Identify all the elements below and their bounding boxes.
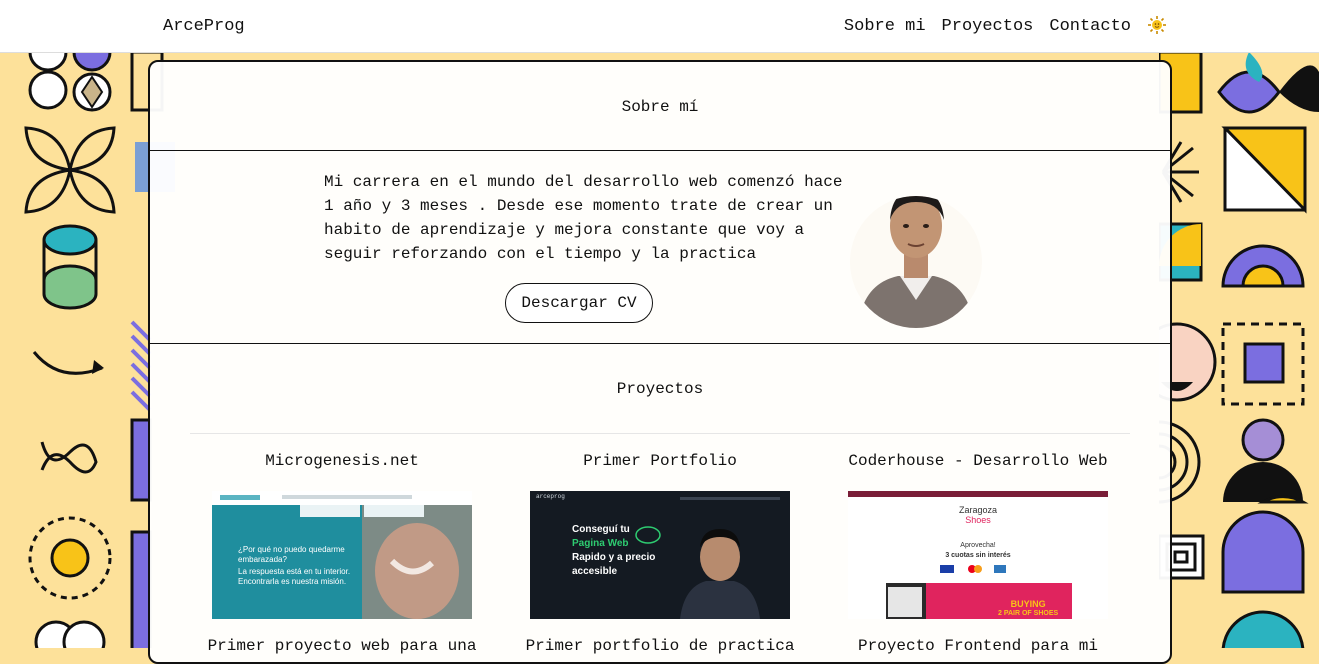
profile-avatar [850, 196, 982, 328]
thumb-banner: BUYING [1010, 599, 1046, 609]
project-description: Primer proyecto web para una [207, 637, 477, 655]
thumb-headline: accesible [572, 566, 618, 577]
project-thumbnail[interactable]: ¿Por qué no puedo quedarme embarazada? L… [212, 491, 472, 619]
thumb-brand: arceprog [536, 493, 565, 500]
theme-toggle-sun-icon[interactable] [1147, 15, 1167, 35]
about-description: Mi carrera en el mundo del desarrollo we… [324, 173, 843, 263]
thumb-headline: Conseguí tu [572, 524, 630, 535]
project-thumbnail[interactable]: Zaragoza Shoes Aprovecha! 3 cuotas sin i… [848, 491, 1108, 619]
brand-logo[interactable]: ArceProg [163, 17, 245, 36]
project-card-primer-portfolio[interactable]: Primer Portfolio arceprog Conseguí tu Pa… [525, 452, 795, 655]
nav-link-sobre-mi[interactable]: Sobre mi [844, 17, 926, 36]
download-cv-button[interactable]: Descargar CV [505, 283, 653, 323]
project-thumbnail[interactable]: arceprog Conseguí tu Pagina Web Rapido y… [530, 491, 790, 619]
section-divider [150, 150, 1170, 151]
nav-link-contacto[interactable]: Contacto [1049, 17, 1131, 36]
section-divider [150, 343, 1170, 344]
main-nav: Sobre mi Proyectos Contacto [844, 15, 1167, 36]
right-decorative-pattern [1159, 52, 1319, 648]
thumb-headline: Rapido y a precio [572, 552, 656, 563]
projects-section-title: Proyectos [616, 380, 704, 398]
project-title: Microgenesis.net [265, 452, 419, 470]
project-description: Primer portfolio de practica [525, 637, 795, 655]
nav-link-proyectos[interactable]: Proyectos [942, 17, 1034, 36]
about-section-title: Sobre mí [621, 98, 699, 116]
project-description: Proyecto Frontend para mi [857, 637, 1099, 655]
thumb-banner: 2 PAIR OF SHOES [998, 610, 1059, 617]
project-title: Primer Portfolio [583, 452, 737, 470]
thumb-promo: Aprovecha! [960, 542, 996, 549]
project-card-coderhouse[interactable]: Coderhouse - Desarrollo Web Zaragoza Sho… [843, 452, 1113, 655]
section-divider [190, 433, 1130, 434]
thumb-headline: ¿Por qué no puedo quedarme embarazada? [238, 545, 345, 564]
thumb-subline: La respuesta está en tu interior. Encont… [238, 567, 351, 586]
thumb-store-name-accent: Shoes [965, 515, 991, 525]
project-card-microgenesis[interactable]: Microgenesis.net ¿Por qué no puedo queda… [207, 452, 477, 655]
main-content-card: Sobre mí Mi carrera en el mundo del desa… [148, 60, 1172, 664]
thumb-store-name: Zaragoza [958, 505, 998, 515]
thumb-promo: 3 cuotas sin interés [945, 552, 1011, 559]
top-navbar: ArceProg Sobre mi Proyectos Contacto [0, 0, 1319, 53]
thumb-headline-accent: Pagina Web [572, 538, 629, 549]
project-title: Coderhouse - Desarrollo Web [848, 452, 1108, 470]
